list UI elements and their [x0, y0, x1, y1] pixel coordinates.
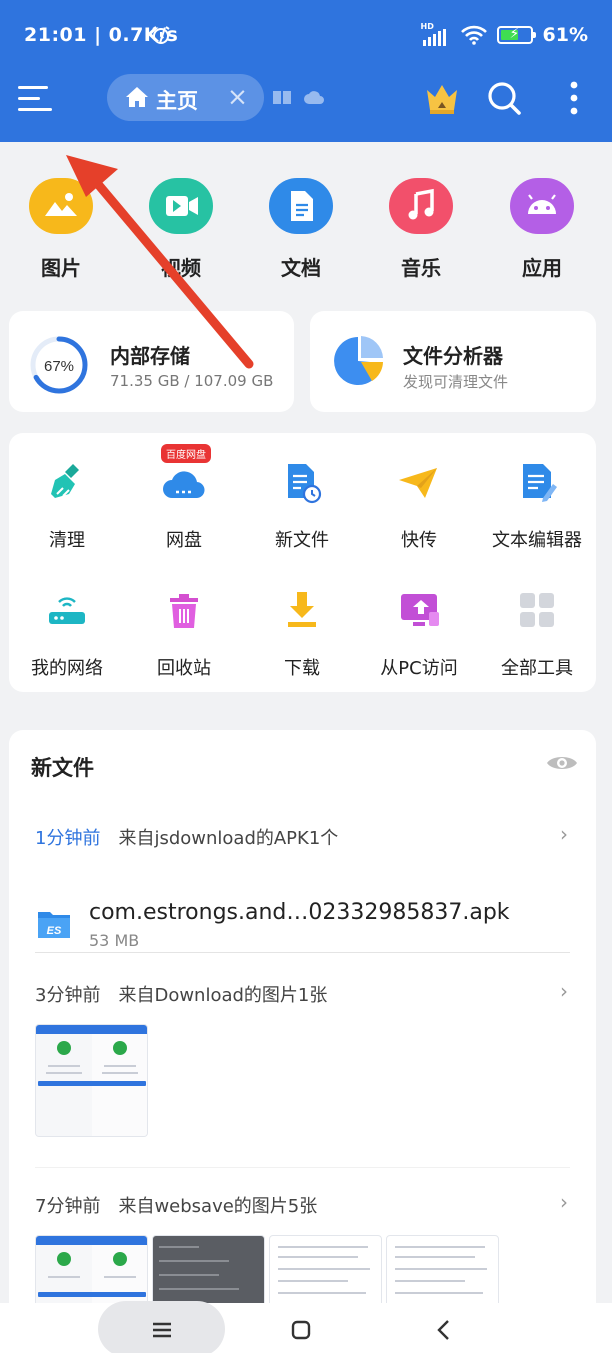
chevron-right-icon[interactable]: ›	[560, 979, 568, 1003]
tool-pc-access[interactable]: 从PC访问	[360, 586, 478, 680]
storage-usage: 71.35 GB / 107.09 GB	[110, 372, 274, 390]
top-app-bar: 21:01 | 0.7K/s HD ⚡ 61% 主页 ×	[0, 0, 612, 142]
trash-icon	[170, 594, 198, 628]
svg-text:ES: ES	[47, 925, 62, 937]
system-navigation-bar	[0, 1301, 612, 1353]
tool-cloud-drive[interactable]: 网盘	[125, 458, 243, 552]
grid-icon	[520, 593, 554, 627]
back-icon[interactable]	[431, 1317, 457, 1343]
more-icon[interactable]	[554, 78, 594, 118]
recents-menu-icon[interactable]	[149, 1317, 175, 1343]
tool-quick-transfer[interactable]: 快传	[360, 458, 478, 552]
group-header-3[interactable]: 7分钟前 来自websave的图片5张	[35, 1192, 317, 1218]
status-bar: 21:01 | 0.7K/s HD ⚡ 61%	[0, 0, 612, 72]
category-documents[interactable]: 文档	[256, 178, 346, 281]
chevron-right-icon[interactable]: ›	[560, 822, 568, 846]
category-label: 音乐	[401, 256, 441, 280]
tool-my-network[interactable]: 我的网络	[8, 586, 126, 680]
music-icon	[389, 178, 453, 234]
divider	[35, 1167, 570, 1168]
file-size: 53 MB	[89, 931, 140, 950]
signal-icon: HD	[421, 22, 451, 46]
pc-access-icon	[401, 594, 439, 626]
pie-chart-icon	[334, 336, 383, 385]
category-images[interactable]: 图片	[16, 178, 106, 281]
tool-text-editor[interactable]: 文本编辑器	[478, 458, 596, 552]
category-label: 文档	[281, 256, 321, 280]
download-icon	[288, 592, 316, 627]
tool-recycle-bin[interactable]: 回收站	[125, 586, 243, 680]
crown-icon[interactable]	[422, 78, 462, 118]
android-icon	[510, 178, 574, 234]
storage-percent: 67%	[44, 358, 74, 375]
category-apps[interactable]: 应用	[497, 178, 587, 281]
document-icon	[269, 178, 333, 234]
internal-storage-card[interactable]: 67% 内部存储 71.35 GB / 107.09 GB	[9, 311, 294, 412]
battery-percent: 61%	[542, 24, 588, 46]
tool-all-tools[interactable]: 全部工具	[478, 586, 596, 680]
tool-download[interactable]: 下载	[243, 586, 361, 680]
tool-clean[interactable]: 清理	[8, 458, 126, 552]
chevron-right-icon[interactable]: ›	[560, 1190, 568, 1214]
category-label: 视频	[161, 256, 201, 280]
new-files-card: 新文件 1分钟前 来自jsdownload的APK1个 › ES com.estr…	[9, 730, 596, 1348]
close-icon[interactable]: ×	[227, 82, 248, 111]
group-header-1[interactable]: 1分钟前 来自jsdownload的APK1个	[35, 824, 338, 850]
divider	[35, 952, 570, 953]
broom-icon	[51, 464, 79, 498]
category-videos[interactable]: 视频	[136, 178, 226, 281]
wifi-icon	[460, 25, 487, 45]
es-app-icon: ES	[38, 912, 70, 938]
image-thumbnail[interactable]	[35, 1024, 148, 1137]
cloud-drive-icon	[163, 471, 205, 499]
analyzer-title: 文件分析器	[403, 344, 503, 368]
new-files-heading: 新文件	[31, 756, 94, 780]
alarm-icon	[152, 26, 170, 44]
search-icon[interactable]	[484, 78, 524, 118]
battery-icon: ⚡	[496, 26, 536, 44]
cloud-icon[interactable]	[303, 89, 325, 105]
paper-plane-icon	[399, 468, 437, 498]
home-icon	[126, 87, 148, 107]
image-icon	[29, 178, 93, 234]
analyzer-subtitle: 发现可清理文件	[403, 373, 509, 391]
category-label: 图片	[41, 256, 81, 280]
storage-title: 内部存储	[110, 344, 190, 368]
storage-ring: 67%	[30, 336, 88, 394]
file-name: com.estrongs.and…02332985837.apk	[89, 900, 510, 925]
tab-home[interactable]: 主页 ×	[107, 74, 264, 121]
video-icon	[149, 178, 213, 234]
group-header-2[interactable]: 3分钟前 来自Download的图片1张	[35, 981, 327, 1007]
book-icon[interactable]	[272, 89, 292, 105]
file-analyzer-card[interactable]: 文件分析器 发现可清理文件	[310, 311, 596, 412]
tab-home-label: 主页	[156, 89, 198, 113]
text-editor-icon	[523, 464, 557, 502]
router-icon	[49, 597, 85, 624]
category-label: 应用	[522, 256, 562, 280]
category-music[interactable]: 音乐	[376, 178, 466, 281]
home-button-icon[interactable]	[288, 1317, 314, 1343]
eye-icon[interactable]	[546, 752, 578, 774]
tool-new-file[interactable]: 新文件	[243, 458, 361, 552]
new-file-icon	[288, 464, 322, 504]
menu-icon[interactable]	[18, 84, 54, 114]
